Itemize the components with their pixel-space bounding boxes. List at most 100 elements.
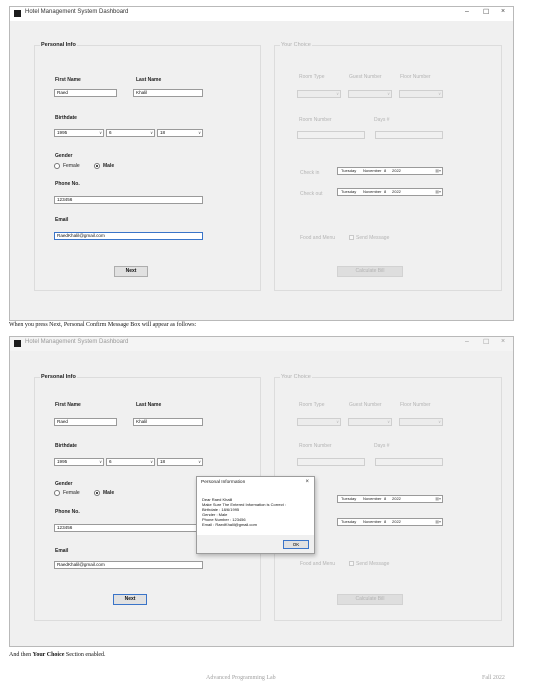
- female-radio[interactable]: [54, 163, 60, 169]
- day-select[interactable]: 18 ∨: [157, 129, 203, 137]
- maximize-icon[interactable]: ☐: [483, 8, 489, 16]
- footer-term: Fall 2022: [482, 675, 505, 681]
- room-type-select[interactable]: ∨: [297, 90, 341, 98]
- calendar-icon[interactable]: ▦▾: [435, 519, 441, 525]
- check-in-date-picker[interactable]: Tuesday November 8 2022 ▦▾: [337, 167, 443, 175]
- dialog-line: Email : RaedKhalil@gmail.com: [202, 522, 257, 527]
- minimize-icon[interactable]: –: [465, 338, 469, 345]
- room-number-label: Room Number: [299, 117, 332, 123]
- gender-label: Gender: [55, 153, 73, 159]
- minimize-icon[interactable]: –: [465, 8, 469, 15]
- calculate-bill-button[interactable]: Calculate Bill: [337, 266, 403, 277]
- send-message-label: Send Message: [356, 561, 390, 567]
- app-window-1: Hotel Management System Dashboard – ☐ × …: [9, 6, 514, 321]
- check-out-year: 2022: [392, 519, 401, 524]
- female-label: Female: [63, 490, 80, 496]
- check-in-weekday: Tuesday: [341, 168, 357, 173]
- first-name-input[interactable]: Raed: [54, 89, 117, 97]
- check-out-day: 8: [384, 189, 387, 194]
- check-out-weekday: Tuesday: [341, 519, 357, 524]
- check-in-year: 2022: [392, 168, 401, 173]
- calendar-icon[interactable]: ▦▾: [435, 189, 441, 195]
- food-menu-label: Food and Menu: [300, 561, 336, 567]
- check-out-day: 8: [384, 519, 387, 524]
- floor-number-select[interactable]: ∨: [399, 90, 443, 98]
- day-value: 18: [160, 130, 166, 135]
- guest-number-label: Guest Number: [349, 402, 382, 408]
- room-number-label: Room Number: [299, 443, 332, 449]
- send-message-checkbox[interactable]: [349, 561, 354, 566]
- chevron-down-icon: ∨: [438, 419, 441, 424]
- check-in-day: 8: [384, 496, 387, 501]
- phone-label: Phone No.: [55, 181, 80, 187]
- title-bar[interactable]: Hotel Management System Dashboard – ☐ ×: [10, 337, 513, 351]
- check-out-date-picker[interactable]: Tuesday November 8 2022 ▦▾: [337, 188, 443, 196]
- year-select[interactable]: 1995 ∨: [54, 458, 104, 466]
- email-label: Email: [55, 217, 69, 223]
- guest-number-select[interactable]: ∨: [348, 90, 392, 98]
- month-select[interactable]: 6 ∨: [106, 458, 155, 466]
- your-choice-label: Your Choice: [280, 42, 312, 48]
- close-icon[interactable]: ×: [305, 479, 309, 485]
- male-radio[interactable]: [94, 490, 100, 496]
- male-radio[interactable]: [94, 163, 100, 169]
- dialog-title-bar[interactable]: Personal Information ×: [197, 477, 314, 489]
- check-out-date-picker[interactable]: Tuesday November 8 2022 ▦▾: [337, 518, 443, 526]
- calculate-bill-button[interactable]: Calculate Bill: [337, 594, 403, 605]
- chevron-down-icon: ∨: [99, 130, 102, 135]
- personal-info-label: Personal Info: [40, 42, 77, 48]
- check-in-label: Check in: [300, 170, 320, 176]
- maximize-icon[interactable]: ☐: [483, 338, 489, 346]
- guest-number-label: Guest Number: [349, 74, 382, 80]
- dialog-body: Dear Raed Khalil Make Sure The Entered I…: [197, 489, 314, 535]
- next-button[interactable]: Next: [113, 594, 147, 605]
- floor-number-select[interactable]: ∨: [399, 418, 443, 426]
- days-input[interactable]: [375, 458, 443, 466]
- female-radio[interactable]: [54, 490, 60, 496]
- check-in-date-picker[interactable]: Tuesday November 8 2022 ▦▾: [337, 495, 443, 503]
- room-number-input[interactable]: [297, 458, 365, 466]
- room-type-label: Room Type: [299, 402, 325, 408]
- year-value: 1995: [57, 130, 68, 135]
- day-select[interactable]: 18 ∨: [157, 458, 203, 466]
- check-out-year: 2022: [392, 189, 401, 194]
- footer-course: Advanced Programming Lab: [206, 675, 276, 681]
- check-in-month: November: [363, 496, 382, 501]
- chevron-down-icon: ∨: [336, 419, 339, 424]
- phone-input[interactable]: 123456: [54, 196, 203, 204]
- next-button[interactable]: Next: [114, 266, 148, 277]
- room-type-select[interactable]: ∨: [297, 418, 341, 426]
- close-icon[interactable]: ×: [501, 8, 505, 15]
- last-name-input[interactable]: Khalil: [133, 418, 203, 426]
- email-input[interactable]: RaedKhalil@gmail.com: [54, 232, 203, 240]
- last-name-input[interactable]: Khalil: [133, 89, 203, 97]
- year-select[interactable]: 1995 ∨: [54, 129, 104, 137]
- chevron-down-icon: ∨: [198, 130, 201, 135]
- calendar-icon[interactable]: ▦▾: [435, 168, 441, 174]
- month-select[interactable]: 6 ∨: [106, 129, 155, 137]
- birthdate-label: Birthdate: [55, 115, 77, 121]
- last-name-label: Last Name: [136, 402, 162, 408]
- phone-input[interactable]: 123456: [54, 524, 203, 532]
- room-type-label: Room Type: [299, 74, 325, 80]
- ok-button[interactable]: OK: [283, 540, 309, 549]
- close-icon[interactable]: ×: [501, 338, 505, 345]
- check-out-label: Check out: [300, 191, 323, 197]
- window-title: Hotel Management System Dashboard: [25, 339, 129, 345]
- send-message-checkbox[interactable]: [349, 235, 354, 240]
- days-input[interactable]: [375, 131, 443, 139]
- chevron-down-icon: ∨: [99, 459, 102, 464]
- female-label: Female: [63, 163, 80, 169]
- personal-information-dialog: Personal Information × Dear Raed Khalil …: [196, 476, 315, 554]
- month-value: 6: [109, 130, 112, 135]
- first-name-input[interactable]: Raed: [54, 418, 117, 426]
- title-bar[interactable]: Hotel Management System Dashboard – ☐ ×: [10, 7, 513, 21]
- email-label: Email: [55, 548, 69, 554]
- calendar-icon[interactable]: ▦▾: [435, 496, 441, 502]
- guest-number-select[interactable]: ∨: [348, 418, 392, 426]
- room-number-input[interactable]: [297, 131, 365, 139]
- email-input[interactable]: RaedKhalil@gmail.com: [54, 561, 203, 569]
- month-value: 6: [109, 459, 112, 464]
- year-value: 1995: [57, 459, 68, 464]
- gender-label: Gender: [55, 481, 73, 487]
